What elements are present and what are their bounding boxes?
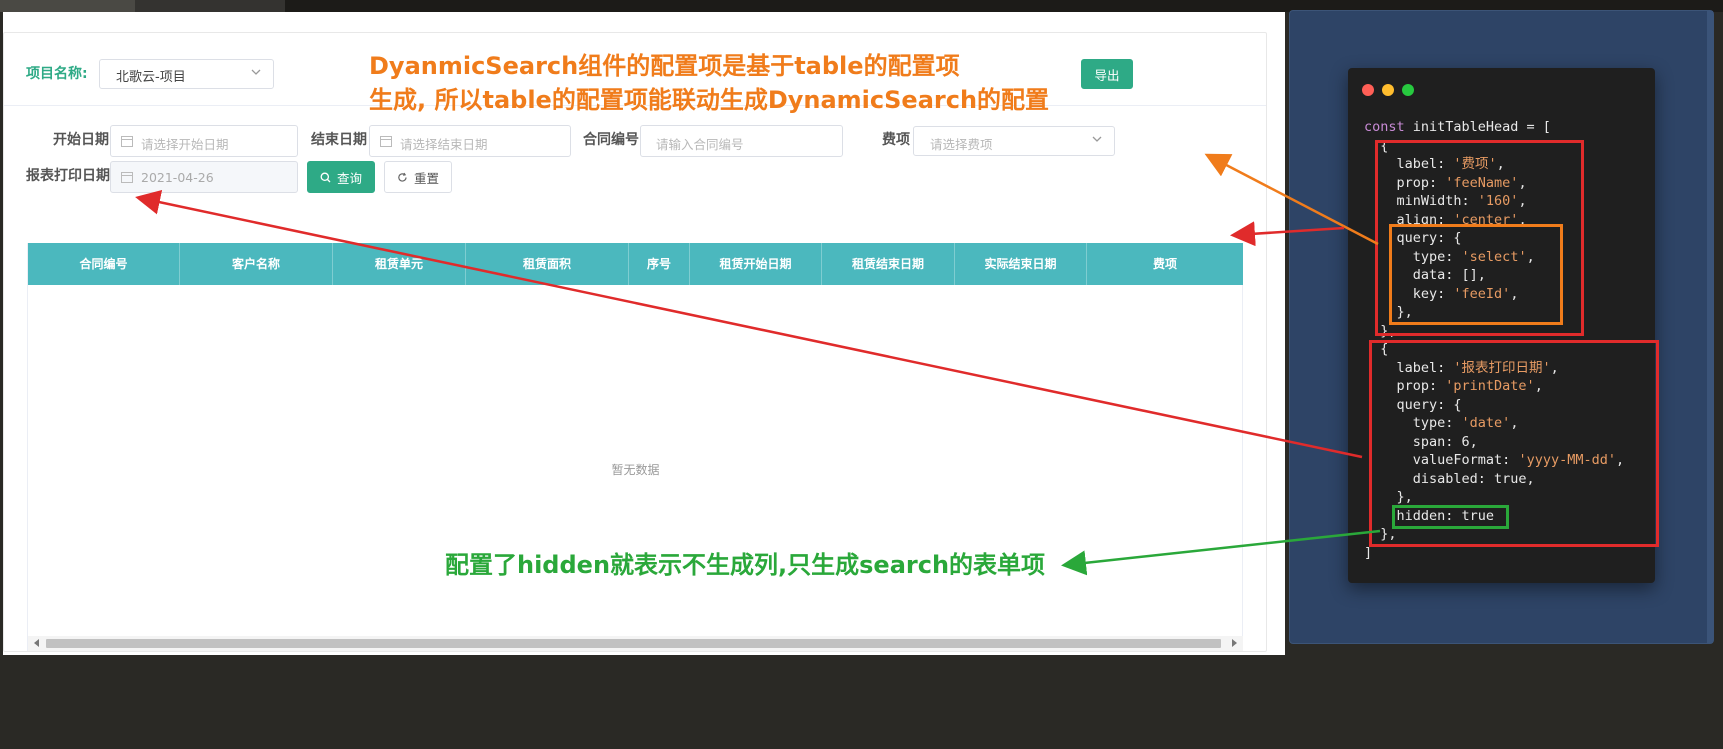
arrow-to-fee-column [1230,221,1345,247]
arrow-green-note [1061,529,1381,576]
annotation-arrows [135,153,1381,576]
arrow-to-print-date [135,189,1363,459]
